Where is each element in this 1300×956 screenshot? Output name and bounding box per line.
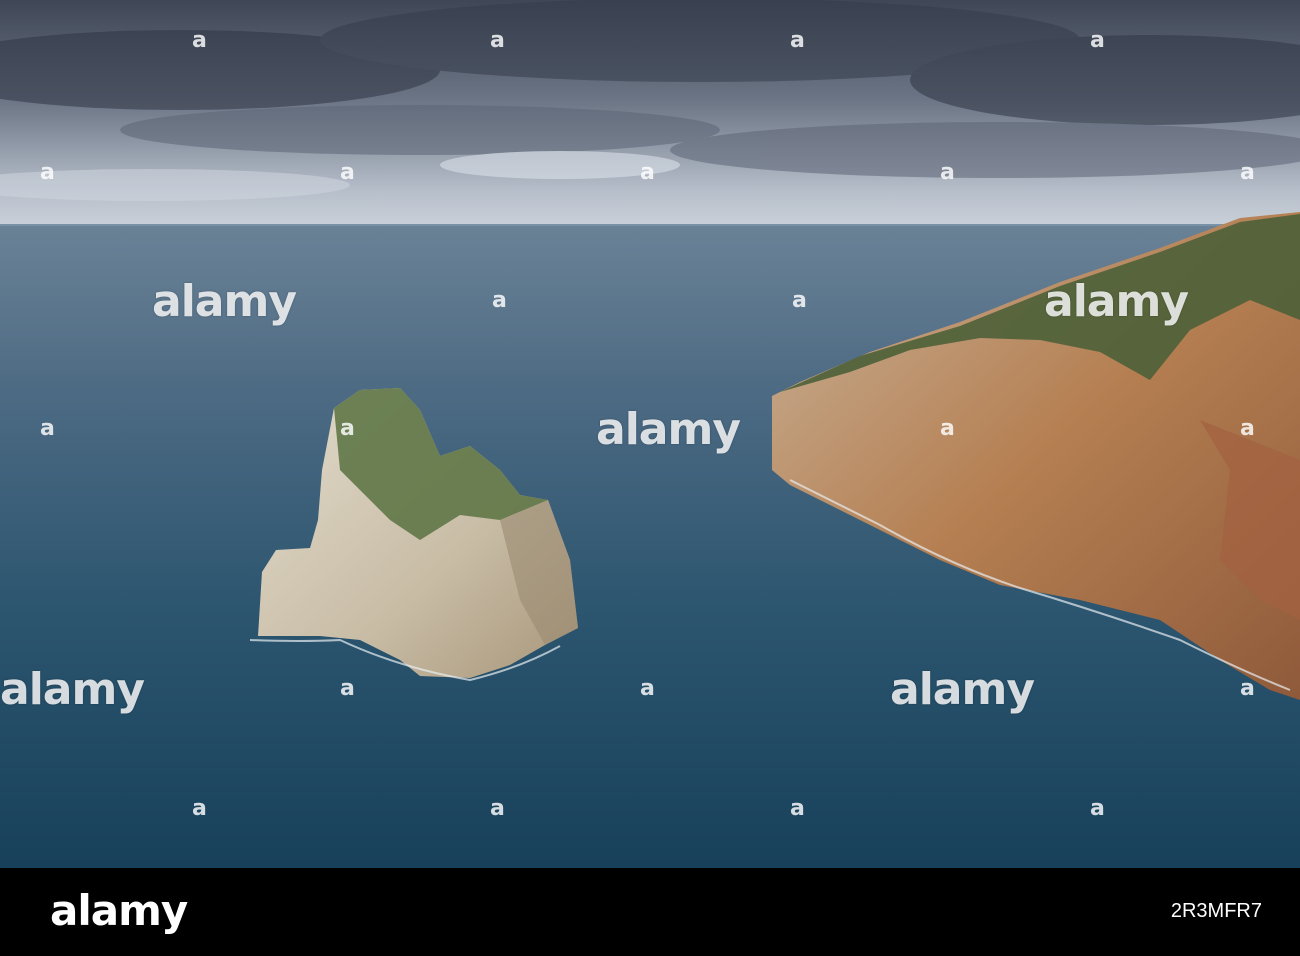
coastal-sea-stack-photo — [0, 0, 1300, 868]
image-id: 2R3MFR7 — [1170, 900, 1262, 922]
alamy-logo: alamy — [50, 886, 188, 935]
stock-footer-bar: alamy 2R3MFR7 — [0, 868, 1300, 956]
landscape-illustration — [0, 0, 1300, 868]
stock-photo-page: a a a a a a a a a alamy a a alamy a a al… — [0, 0, 1300, 956]
